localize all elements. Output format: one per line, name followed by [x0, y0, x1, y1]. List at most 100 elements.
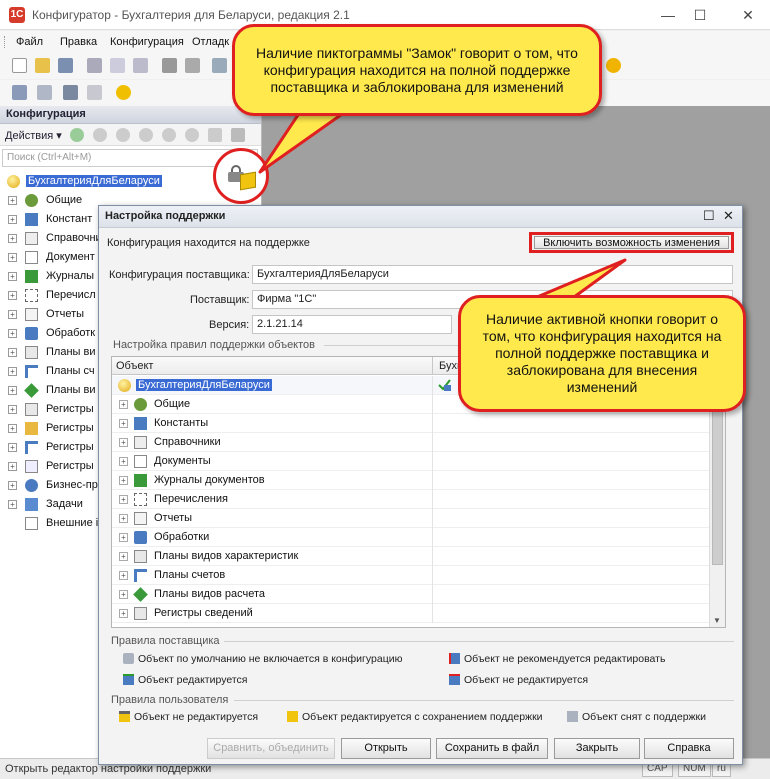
- legend-item: Объект не рекомендуется редактировать: [449, 653, 665, 665]
- table-row[interactable]: + Обработки: [112, 528, 710, 547]
- scroll-thumb[interactable]: [712, 405, 723, 565]
- vendor-config-field[interactable]: БухгалтерияДляБеларуси: [252, 265, 733, 284]
- expand-icon[interactable]: +: [8, 462, 17, 471]
- config-tree-icon[interactable]: [12, 85, 27, 100]
- app-logo-icon: 1С: [9, 7, 25, 23]
- table-row[interactable]: + Регистры сведений: [112, 604, 710, 623]
- tree-item-label: Общие: [46, 194, 83, 206]
- expand-icon[interactable]: +: [119, 609, 128, 618]
- expand-icon[interactable]: +: [8, 234, 17, 243]
- menu-edit[interactable]: Правка: [60, 36, 97, 48]
- expand-icon[interactable]: +: [119, 590, 128, 599]
- grid-scrollbar[interactable]: ▲ ▼: [709, 375, 725, 627]
- tree-item-label: Задачи: [46, 498, 83, 510]
- move-down-icon[interactable]: [185, 128, 199, 142]
- expand-icon[interactable]: +: [8, 253, 17, 262]
- table-row[interactable]: + Планы видов расчета: [112, 585, 710, 604]
- close-dialog-button[interactable]: Закрыть: [554, 738, 640, 759]
- expand-icon[interactable]: +: [8, 424, 17, 433]
- save-to-file-button[interactable]: Сохранить в файл: [436, 738, 548, 759]
- expand-icon[interactable]: +: [119, 495, 128, 504]
- cut-icon[interactable]: [87, 58, 102, 73]
- info-icon[interactable]: [606, 58, 621, 73]
- expand-icon[interactable]: +: [8, 291, 17, 300]
- compare-merge-button[interactable]: Сравнить, объединить: [207, 738, 335, 759]
- user-rules-title: Правила пользователя: [111, 694, 229, 706]
- expand-icon[interactable]: +: [119, 571, 128, 580]
- edit-icon[interactable]: [93, 128, 107, 142]
- expand-icon[interactable]: +: [8, 310, 17, 319]
- window-icon[interactable]: [87, 85, 102, 100]
- expand-icon[interactable]: +: [119, 533, 128, 542]
- minimize-button[interactable]: —: [656, 4, 680, 26]
- expand-icon[interactable]: +: [8, 272, 17, 281]
- table-row[interactable]: + Планы счетов: [112, 566, 710, 585]
- expand-icon[interactable]: +: [8, 348, 17, 357]
- expand-icon[interactable]: +: [8, 196, 17, 205]
- scroll-down-icon[interactable]: ▼: [713, 616, 721, 625]
- run-debug-icon[interactable]: [116, 85, 131, 100]
- undo-icon[interactable]: [212, 58, 227, 73]
- col-object-header[interactable]: Объект: [116, 360, 153, 372]
- copy-icon[interactable]: [110, 58, 125, 73]
- expand-icon[interactable]: +: [119, 419, 128, 428]
- move-up-icon[interactable]: [162, 128, 176, 142]
- expand-icon[interactable]: +: [119, 457, 128, 466]
- database-icon[interactable]: [63, 85, 78, 100]
- close-button[interactable]: ✕: [736, 4, 760, 26]
- expand-icon[interactable]: +: [8, 386, 17, 395]
- open-button[interactable]: Открыть: [341, 738, 431, 759]
- table-row[interactable]: + Отчеты: [112, 509, 710, 528]
- expand-icon[interactable]: +: [8, 215, 17, 224]
- filter-icon[interactable]: [231, 128, 245, 142]
- expand-icon[interactable]: +: [8, 329, 17, 338]
- expand-icon[interactable]: +: [8, 367, 17, 376]
- new-file-icon[interactable]: [12, 58, 27, 73]
- accumulation-registers-icon: [25, 422, 38, 435]
- menu-debug[interactable]: Отладк: [192, 36, 229, 48]
- preview-icon[interactable]: [185, 58, 200, 73]
- expand-icon[interactable]: +: [119, 400, 128, 409]
- expand-icon[interactable]: +: [119, 514, 128, 523]
- table-row[interactable]: + Документы: [112, 452, 710, 471]
- print-icon[interactable]: [162, 58, 177, 73]
- maximize-button[interactable]: ☐: [688, 4, 712, 26]
- add-icon[interactable]: [70, 128, 84, 142]
- tasks-icon: [25, 498, 38, 511]
- open-folder-icon[interactable]: [35, 58, 50, 73]
- check-cube-icon[interactable]: [438, 379, 452, 392]
- paste-icon[interactable]: [133, 58, 148, 73]
- table-row[interactable]: + Перечисления: [112, 490, 710, 509]
- lock-cube-icon: [119, 711, 130, 722]
- compare-icon[interactable]: [37, 85, 52, 100]
- expand-icon[interactable]: +: [119, 552, 128, 561]
- enable-editing-button[interactable]: Включить возможность изменения: [534, 236, 729, 249]
- properties-icon[interactable]: [208, 128, 222, 142]
- version-field[interactable]: 2.1.21.14: [252, 315, 452, 334]
- save-icon[interactable]: [58, 58, 73, 73]
- vendor-rules-title: Правила поставщика: [111, 635, 220, 647]
- dialog-close-button[interactable]: ✕: [723, 208, 734, 224]
- menu-configuration[interactable]: Конфигурация: [110, 36, 184, 48]
- menu-file[interactable]: Файл: [16, 36, 43, 48]
- table-row[interactable]: + Планы видов характеристик: [112, 547, 710, 566]
- expand-icon[interactable]: +: [119, 438, 128, 447]
- version-label: Версия:: [209, 319, 250, 331]
- help-button[interactable]: Справка: [644, 738, 734, 759]
- table-row[interactable]: + Журналы документов: [112, 471, 710, 490]
- table-row[interactable]: + Справочники: [112, 433, 710, 452]
- vendor-config-label: Конфигурация поставщика:: [109, 269, 250, 281]
- delete-icon[interactable]: [139, 128, 153, 142]
- row-label: Планы видов расчета: [154, 588, 266, 600]
- expand-icon[interactable]: +: [8, 481, 17, 490]
- expand-icon[interactable]: +: [8, 405, 17, 414]
- editable-cube-icon: [123, 674, 134, 685]
- dialog-maximize-button[interactable]: ☐: [703, 208, 715, 224]
- row-label: Обработки: [154, 531, 210, 543]
- expand-icon[interactable]: +: [119, 476, 128, 485]
- copy-item-icon[interactable]: [116, 128, 130, 142]
- table-row[interactable]: + Константы: [112, 414, 710, 433]
- expand-icon[interactable]: +: [8, 500, 17, 509]
- expand-icon[interactable]: +: [8, 443, 17, 452]
- actions-menu[interactable]: Действия ▾: [5, 129, 62, 142]
